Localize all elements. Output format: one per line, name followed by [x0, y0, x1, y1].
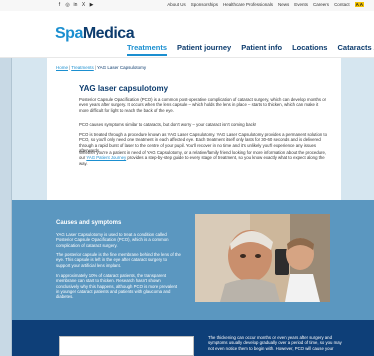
facebook-icon[interactable]: f	[57, 3, 62, 8]
breadcrumb: Home|Treatments|YAG Laser Capsulotomy	[56, 65, 147, 70]
intro-paragraph: Posterior Capsule Opacification (PCO) is…	[79, 97, 327, 113]
causes-paragraph-3: In approximately 10% of cataract patient…	[56, 273, 178, 300]
symptoms-paragraph: The thickening can occur months or even …	[208, 335, 342, 351]
patient-journey-link[interactable]: YAG Patient Journey	[86, 155, 126, 160]
link-contact[interactable]: Contact	[334, 2, 350, 7]
link-about[interactable]: About Us	[167, 2, 186, 7]
symptoms-section: The thickening can occur months or even …	[12, 320, 374, 356]
causes-paragraph-1: YAG Laser Capsulotomy is used to treat a…	[56, 232, 169, 248]
link-events[interactable]: Events	[294, 2, 308, 7]
eye-exam-photo	[195, 214, 330, 302]
breadcrumb-treatments[interactable]: Treatments	[71, 65, 94, 70]
reassurance-paragraph: PCO causes symptoms similar to cataracts…	[79, 122, 257, 127]
link-healthcare[interactable]: Healthcare Professionals	[223, 2, 273, 7]
left-frame	[0, 58, 12, 356]
page-title: YAG laser capsulotomy	[79, 84, 169, 93]
main-content: Home|Treatments|YAG Laser Capsulotomy YA…	[47, 58, 341, 200]
instagram-icon[interactable]: ◎	[65, 3, 70, 8]
youtube-icon[interactable]: ▶	[89, 3, 94, 8]
eye-exam-illustration	[195, 214, 330, 302]
causes-paragraph-2: The posterior capsule is the fine membra…	[56, 252, 181, 268]
nav-patient-journey[interactable]: Patient journey	[177, 43, 231, 56]
utility-bar: f ◎ in X ▶ About Us Sponsorships Healthc…	[0, 0, 374, 11]
site-header: SpaMedica Treatments Patient journey Pat…	[0, 11, 374, 58]
utility-links: About Us Sponsorships Healthcare Profess…	[167, 2, 364, 7]
social-links: f ◎ in X ▶	[57, 3, 94, 8]
spamedica-logo[interactable]: SpaMedica	[55, 25, 135, 43]
image-frame	[59, 336, 194, 356]
breadcrumb-home[interactable]: Home	[56, 65, 68, 70]
journey-paragraph: Whether you're a patient in need of YAG …	[79, 150, 327, 166]
x-icon[interactable]: X	[81, 3, 86, 8]
main-nav: Treatments Patient journey Patient info …	[127, 43, 374, 56]
link-sponsorships[interactable]: Sponsorships	[191, 2, 218, 7]
causes-section: Causes and symptoms YAG Laser Capsulotom…	[12, 200, 374, 320]
link-news[interactable]: News	[278, 2, 289, 7]
nav-cataracts-az[interactable]: Cataracts A-Z	[337, 43, 374, 56]
causes-title: Causes and symptoms	[56, 220, 122, 226]
accessibility-button[interactable]: A A	[354, 2, 364, 7]
link-careers[interactable]: Careers	[313, 2, 329, 7]
nav-patient-info[interactable]: Patient info	[241, 43, 282, 56]
nav-treatments[interactable]: Treatments	[127, 43, 168, 56]
linkedin-icon[interactable]: in	[73, 3, 78, 8]
breadcrumb-current: YAG Laser Capsulotomy	[96, 65, 147, 70]
nav-locations[interactable]: Locations	[292, 43, 327, 56]
